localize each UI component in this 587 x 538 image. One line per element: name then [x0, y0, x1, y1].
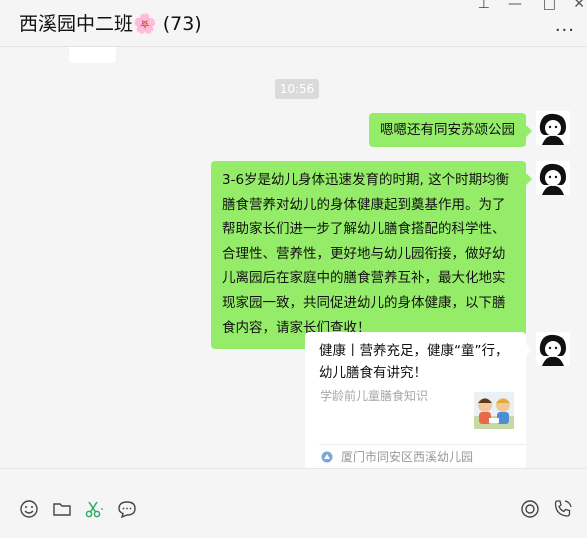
message-bubble[interactable]: 嗯嗯还有同安苏颂公园	[369, 113, 532, 147]
pin-icon[interactable]: ⊥	[478, 0, 490, 12]
group-name: 西溪园中二班🌸	[19, 13, 157, 35]
input-toolbar	[0, 468, 587, 538]
chat-title: 西溪园中二班🌸 (73)	[19, 9, 202, 36]
message-list[interactable]: 10:56 嗯嗯还有同安苏颂公园 3-6岁是幼儿身体迅速发育的时期, 这个时期均…	[0, 47, 587, 470]
link-card[interactable]: 健康丨营养充足，健康“童”行，幼儿膳食有讲究！ 学龄前儿童膳食知识 厦门市同安区…	[305, 332, 532, 470]
avatar[interactable]	[536, 161, 570, 195]
phone-call-icon[interactable]	[553, 499, 573, 519]
link-card-thumbnail	[474, 392, 514, 429]
more-options-icon[interactable]: ···	[555, 20, 575, 41]
folder-icon[interactable]	[52, 499, 72, 519]
avatar[interactable]	[536, 332, 570, 366]
video-call-icon[interactable]	[520, 499, 540, 519]
link-card-title: 健康丨营养充足，健康“童”行，幼儿膳食有讲究！	[319, 343, 509, 381]
previous-message-card[interactable]	[69, 47, 116, 63]
message-bubble[interactable]: 3-6岁是幼儿身体迅速发育的时期, 这个时期均衡膳食营养对幼儿的身体健康起到奠基…	[211, 161, 532, 350]
link-card-divider	[319, 444, 526, 445]
avatar-image	[536, 111, 570, 145]
maximize-icon[interactable]: □	[543, 0, 556, 12]
official-account-icon	[321, 451, 333, 463]
chat-bubble-icon[interactable]	[117, 499, 137, 519]
avatar-image	[536, 161, 570, 195]
timestamp: 10:56	[275, 79, 319, 99]
avatar-image	[536, 332, 570, 366]
minimize-icon[interactable]: —	[508, 0, 522, 12]
emoji-icon[interactable]	[19, 499, 39, 519]
link-card-source: 厦门市同安区西溪幼儿园	[341, 450, 474, 464]
link-card-description: 学龄前儿童膳食知识	[320, 389, 429, 403]
avatar[interactable]	[536, 111, 570, 145]
scissors-icon[interactable]	[84, 499, 104, 519]
close-icon[interactable]: ✕	[573, 0, 585, 12]
member-count: (73)	[162, 13, 202, 35]
chat-header: 西溪园中二班🌸 (73) ⊥ — □ ✕ ···	[0, 0, 587, 47]
